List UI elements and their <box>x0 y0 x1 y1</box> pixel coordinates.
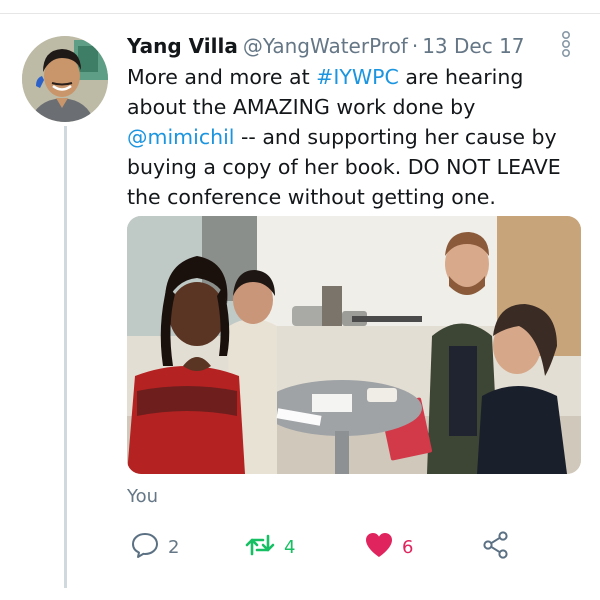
retweet-button[interactable]: 4 <box>244 530 295 564</box>
like-button[interactable]: 6 <box>364 530 413 564</box>
separator-dot: · <box>411 34 419 58</box>
tweet-date[interactable]: 13 Dec 17 <box>422 34 524 58</box>
share-button[interactable] <box>481 530 511 564</box>
overflow-vertical-icon[interactable] <box>558 30 574 58</box>
share-icon <box>481 530 511 564</box>
author-handle[interactable]: @YangWaterProf <box>243 34 408 58</box>
tweet-header: Yang Villa @YangWaterProf · 13 Dec 17 <box>127 32 525 60</box>
thread-line <box>64 126 67 588</box>
hashtag-link[interactable]: #IYWPC <box>316 65 399 89</box>
reply-count: 2 <box>168 536 180 558</box>
top-divider <box>0 13 600 14</box>
mention-link[interactable]: @mimichil <box>127 125 235 149</box>
reply-icon <box>130 530 160 564</box>
heart-filled-icon <box>364 531 394 563</box>
avatar[interactable] <box>22 36 108 122</box>
like-count: 6 <box>402 536 414 558</box>
tweet-text-part: More and more at <box>127 65 317 89</box>
tweet-text: More and more at #IYWPC are hearing abou… <box>127 62 577 212</box>
reply-button[interactable]: 2 <box>130 530 179 564</box>
retweet-count: 4 <box>284 536 296 558</box>
retweet-icon <box>244 530 276 564</box>
display-name[interactable]: Yang Villa <box>127 34 238 58</box>
context-label: You <box>127 486 159 507</box>
tweet-photo[interactable] <box>127 216 581 474</box>
